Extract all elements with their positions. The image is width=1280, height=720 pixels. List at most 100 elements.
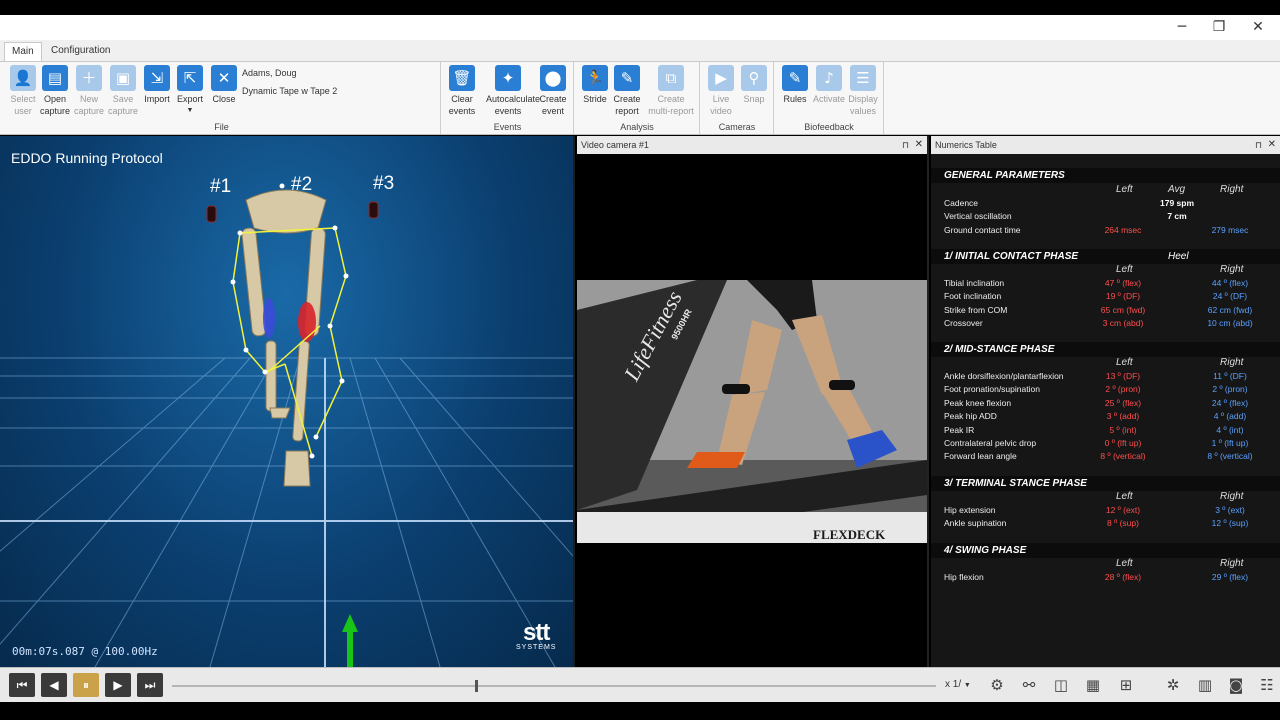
col-left-header: Left <box>1116 357 1133 368</box>
seek-bar[interactable] <box>172 680 936 692</box>
magnifier-icon: ⚲ <box>741 65 767 91</box>
table-row: Ground contact time 264 msec 279 msec <box>944 225 1249 235</box>
aperture-icon[interactable]: ✲ <box>1160 673 1186 697</box>
display-values-button[interactable]: ☰ Display values <box>843 65 883 117</box>
marker-label-3: #3 <box>373 173 395 194</box>
group-biofeedback-label: Biofeedback <box>804 122 854 132</box>
autocalculate-events-button[interactable]: ✦ Autocalculate events <box>486 65 540 117</box>
next-frame-button[interactable]: ▶ <box>105 673 131 697</box>
table-row: Peak hip ADD 3 º (add) 4 º (add) <box>944 411 1247 421</box>
tab-configuration[interactable]: Configuration <box>44 42 117 61</box>
group-file-label: File <box>214 122 229 132</box>
camera-icon[interactable]: ◙ <box>1223 673 1249 697</box>
pin-icon[interactable]: ⊓ <box>1255 136 1262 154</box>
new-file-icon: ＋ <box>76 65 102 91</box>
restore-button[interactable]: ❐ <box>1199 15 1239 40</box>
table-row: Foot inclination 19 º (DF) 24 º (DF) <box>944 291 1248 301</box>
group-events: 🗑 Clear events ✦ Autocalculate events ⬤ … <box>442 62 574 134</box>
multi-report-icon: ⧉ <box>658 65 684 91</box>
table-row: Foot pronation/supination 2 º (pron) 2 º… <box>944 384 1248 394</box>
last-frame-button[interactable]: ⏭ <box>137 673 163 697</box>
video-panel-title: Video camera #1 <box>581 140 649 150</box>
snap-button[interactable]: ⚲ Snap <box>734 65 774 105</box>
first-frame-button[interactable]: ⏮ <box>9 673 35 697</box>
settings-list-icon[interactable]: ☷ <box>1254 673 1280 697</box>
deck-label: FLEXDECK <box>813 527 886 542</box>
numerics-panel-header: Numerics Table ⊓ ✕ <box>931 136 1280 154</box>
bell-icon: ♪ <box>816 65 842 91</box>
pin-icon[interactable]: ⊓ <box>902 136 909 154</box>
skeleton-figure <box>241 189 327 487</box>
video-frame[interactable]: LifeFitness 9500HR FLEXDECK <box>577 280 927 543</box>
minimize-button[interactable]: ─ <box>1162 15 1202 40</box>
app-window: ─ ❐ ✕ Main Configuration 👤 Select user ▤… <box>0 0 1280 720</box>
table-row: Strike from COM 65 cm (fwd) 62 cm (fwd) <box>944 305 1253 315</box>
report-icon: ✎ <box>614 65 640 91</box>
bar-chart-icon[interactable]: ▥ <box>1192 673 1218 697</box>
previous-frame-button[interactable]: ◀ <box>41 673 67 697</box>
create-event-button[interactable]: ⬤ Create event <box>533 65 573 117</box>
table-row: Hip extension 12 º (ext) 3 º (ext) <box>944 505 1245 515</box>
section-mid-stance: 2/ MID-STANCE PHASE <box>931 342 1280 357</box>
ribbon: 👤 Select user ▤ Open capture ＋ New captu… <box>0 61 1280 135</box>
floor-grid <box>0 183 573 667</box>
close-capture-button[interactable]: ✕ Close <box>204 65 244 105</box>
gears-icon[interactable]: ⚙ <box>984 673 1010 697</box>
table-row: Peak knee flexion 25 º (flex) 24 º (flex… <box>944 398 1249 408</box>
magic-wand-icon: ✦ <box>495 65 521 91</box>
table-row: Tibial inclination 47 º (flex) 44 º (fle… <box>944 278 1249 288</box>
numerics-panel-title: Numerics Table <box>935 140 997 150</box>
video-camera-icon: ▶ <box>708 65 734 91</box>
col-right-header: Right <box>1220 491 1244 502</box>
col-avg-header: Avg <box>1168 184 1186 195</box>
close-icon[interactable]: ✕ <box>1268 136 1276 154</box>
dropdown-arrow-icon: ▼ <box>186 107 194 114</box>
table-row: Hip flexion 28 º (flex) 29 º (flex) <box>944 572 1249 582</box>
vertical-axis-arrow <box>342 614 358 667</box>
pause-button[interactable]: ⏸ <box>73 673 99 697</box>
close-icon: ✕ <box>211 65 237 91</box>
group-cameras: ▶ Live video ⚲ Snap Cameras <box>701 62 774 134</box>
timecode-readout: 00m:07s.087 @ 100.00Hz <box>12 645 158 658</box>
group-file: 👤 Select user ▤ Open capture ＋ New captu… <box>3 62 441 134</box>
rules-icon: ✎ <box>782 65 808 91</box>
current-capture-name: Dynamic Tape w Tape 2 <box>242 86 338 96</box>
title-bar: ─ ❐ ✕ <box>0 15 1280 40</box>
group-biofeedback: ✎ Rules ♪ Activate ☰ Display values Biof… <box>775 62 884 134</box>
group-analysis: 🏃 Stride ✎ Create report ⧉ Create multi-… <box>575 62 700 134</box>
skeleton-3d-view[interactable]: EDDO Running Protocol #1 #2 #3 00m:07s.0… <box>0 136 575 667</box>
open-folder-icon: ▤ <box>42 65 68 91</box>
import-icon: ⇲ <box>144 65 170 91</box>
strike-pattern: Heel <box>1168 251 1189 262</box>
export-icon: ⇱ <box>177 65 203 91</box>
tab-main[interactable]: Main <box>4 42 42 61</box>
seek-thumb[interactable] <box>475 680 478 692</box>
current-user-name: Adams, Doug <box>242 68 297 78</box>
numerics-table-panel: Numerics Table ⊓ ✕ GENERAL PARAMETERS Le… <box>931 136 1280 667</box>
frame-icon[interactable]: ⊞ <box>1113 673 1139 697</box>
marker-label-1: #1 <box>210 176 232 197</box>
table-row: Ankle supination 8 º (sup) 12 º (sup) <box>944 518 1249 528</box>
col-right-header: Right <box>1220 184 1244 195</box>
location-pin-icon: ⬤ <box>540 65 566 91</box>
video-camera-panel: Video camera #1 ⊓ ✕ LifeFitness 9500HR F… <box>577 136 929 667</box>
clear-events-button[interactable]: 🗑 Clear events <box>442 65 482 117</box>
close-icon[interactable]: ✕ <box>915 136 923 154</box>
group-cameras-label: Cameras <box>718 122 756 132</box>
stt-systems-logo: stt SYSTEMS <box>516 619 557 652</box>
grid-icon[interactable]: ▦ <box>1080 673 1106 697</box>
table-row: Ankle dorsiflexion/plantarflexion 13 º (… <box>944 371 1247 381</box>
close-window-button[interactable]: ✕ <box>1238 15 1278 40</box>
skeleton-tool-icon[interactable]: ⚯ <box>1016 673 1042 697</box>
create-report-button[interactable]: ✎ Create report <box>607 65 647 117</box>
create-multi-report-button[interactable]: ⧉ Create multi-report <box>648 65 694 117</box>
list-icon: ☰ <box>850 65 876 91</box>
cube-icon[interactable]: ◫ <box>1048 673 1074 697</box>
col-right-header: Right <box>1220 264 1244 275</box>
dropdown-arrow-icon: ▼ <box>963 682 971 689</box>
section-swing: 4/ SWING PHASE <box>931 543 1280 558</box>
playback-speed[interactable]: x 1/ ▼ <box>945 679 971 690</box>
col-left-header: Left <box>1116 264 1133 275</box>
numerics-table: GENERAL PARAMETERS Left Avg Right Cadenc… <box>931 154 1280 667</box>
treadmill-scene: LifeFitness 9500HR FLEXDECK <box>577 280 927 543</box>
